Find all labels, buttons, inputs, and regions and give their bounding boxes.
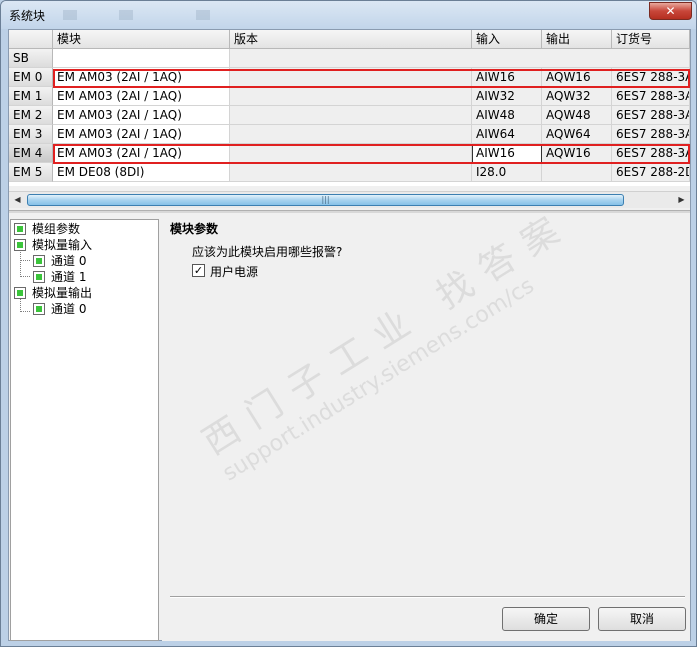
order-number-cell: 6ES7 288-3AM [612,125,690,144]
module-grid: 模块 版本 输入 输出 订货号 SB EM 0 EM AM03 (2AI / 1… [9,30,690,186]
tree-connector [20,311,30,312]
close-icon: ✕ [665,4,676,18]
slot-label[interactable]: EM 3 [9,125,53,144]
green-square-icon [14,287,26,299]
version-cell [230,68,472,87]
slot-label[interactable]: EM 5 [9,163,53,182]
green-square-icon [33,303,45,315]
green-square-icon [33,271,45,283]
parameter-panel: 模块参数 应该为此模块启用哪些报警? ✓ 用户电源 确定 取消 [162,213,690,641]
system-block-window: 系统块 ✕ 模块 版本 输入 输出 订货号 SB EM 0 EM AM03 (2… [0,0,697,647]
divider [170,596,685,598]
module-cell[interactable]: EM AM03 (2AI / 1AQ) [53,125,230,144]
column-header-module[interactable]: 模块 [53,30,230,49]
slot-label[interactable]: EM 0 [9,68,53,87]
output-cell[interactable]: AQW16 [542,144,612,163]
toolbar-ghost-icon [119,10,133,20]
input-cell[interactable]: AIW32 [472,87,542,106]
column-header-output[interactable]: 输出 [542,30,612,49]
checkmark-icon: ✓ [193,264,204,277]
output-cell[interactable] [542,163,612,182]
ok-button[interactable]: 确定 [502,607,590,631]
table-row[interactable]: EM 2 EM AM03 (2AI / 1AQ) AIW48 AQW48 6ES… [9,106,690,125]
table-row[interactable]: EM 0 EM AM03 (2AI / 1AQ) AIW16 AQW16 6ES… [9,68,690,87]
table-row[interactable]: SB [9,49,690,68]
panel-title: 模块参数 [170,222,219,236]
window-title: 系统块 [9,9,46,23]
slot-label[interactable]: EM 1 [9,87,53,106]
close-button[interactable]: ✕ [649,2,692,20]
green-square-icon [33,255,45,267]
tree-connector [20,298,21,312]
output-cell[interactable]: AQW16 [542,68,612,87]
module-cell[interactable]: EM AM03 (2AI / 1AQ) [53,144,230,163]
version-cell [230,163,472,182]
output-cell[interactable]: AQW32 [542,87,612,106]
toolbar-ghost-icon [63,10,77,20]
scroll-right-arrow-icon[interactable]: ▶ [673,192,690,208]
table-row[interactable]: EM 1 EM AM03 (2AI / 1AQ) AIW32 AQW32 6ES… [9,87,690,106]
tree-item-label: 通道 1 [51,270,87,284]
module-cell[interactable]: EM AM03 (2AI / 1AQ) [53,106,230,125]
version-cell [230,144,472,163]
grid-horizontal-scrollbar[interactable]: ◀ ||| ▶ [9,191,690,208]
version-cell [230,87,472,106]
slot-label[interactable]: SB [9,49,53,68]
scrollbar-thumb[interactable]: ||| [27,194,624,206]
column-header-version[interactable]: 版本 [230,30,472,49]
cancel-button[interactable]: 取消 [598,607,686,631]
scroll-left-arrow-icon[interactable]: ◀ [9,192,26,208]
input-cell[interactable]: AIW48 [472,106,542,125]
tree-connector [20,260,30,261]
empty-cell [230,49,690,68]
module-cell[interactable]: EM DE08 (8DI) [53,163,230,182]
table-row[interactable]: EM 5 EM DE08 (8DI) I28.0 6ES7 288-2DE0 [9,163,690,182]
green-square-icon [14,223,26,235]
order-number-cell: 6ES7 288-3AM [612,87,690,106]
output-cell[interactable]: AQW64 [542,125,612,144]
column-header-order-number[interactable]: 订货号 [612,30,690,49]
user-power-label[interactable]: 用户电源 [210,263,258,280]
tree-item-label: 模拟量输出 [32,286,93,300]
slot-label[interactable]: EM 2 [9,106,53,125]
tree-item-label: 模组参数 [32,222,81,236]
order-number-cell: 6ES7 288-3AM [612,68,690,87]
toolbar-ghost-icon [196,10,210,20]
tree-item-label: 通道 0 [51,302,87,316]
grid-header-row: 模块 版本 输入 输出 订货号 [9,30,690,49]
module-cell[interactable]: EM AM03 (2AI / 1AQ) [53,87,230,106]
slot-label[interactable]: EM 4 [9,144,53,163]
table-row[interactable]: EM 3 EM AM03 (2AI / 1AQ) AIW64 AQW64 6ES… [9,125,690,144]
input-cell[interactable]: AIW16 [472,68,542,87]
tree-connector [20,250,21,277]
tree-item-label: 通道 0 [51,254,87,268]
green-square-icon [14,239,26,251]
input-cell[interactable]: AIW16 [472,144,542,163]
user-power-checkbox[interactable]: ✓ [192,264,205,277]
grid-corner [9,30,53,49]
tree-connector [20,276,30,277]
input-cell[interactable]: AIW64 [472,125,542,144]
order-number-cell: 6ES7 288-3AM [612,144,690,163]
tree-item-label: 模拟量输入 [32,238,93,252]
output-cell[interactable]: AQW48 [542,106,612,125]
order-number-cell: 6ES7 288-2DE0 [612,163,690,182]
parameter-tree: 模组参数 模拟量输入 通道 0 通道 1 模拟量输出 通道 0 [10,219,159,641]
order-number-cell: 6ES7 288-3AM [612,106,690,125]
column-header-input[interactable]: 输入 [472,30,542,49]
module-cell[interactable]: EM AM03 (2AI / 1AQ) [53,68,230,87]
module-cell[interactable] [53,49,230,68]
dialog-client: 模块 版本 输入 输出 订货号 SB EM 0 EM AM03 (2AI / 1… [8,29,691,641]
title-bar[interactable]: 系统块 ✕ [1,1,696,29]
version-cell [230,106,472,125]
version-cell [230,125,472,144]
alarm-question: 应该为此模块启用哪些报警? [192,245,343,259]
input-cell[interactable]: I28.0 [472,163,542,182]
table-row[interactable]: EM 4 EM AM03 (2AI / 1AQ) AIW16 AQW16 6ES… [9,144,690,163]
